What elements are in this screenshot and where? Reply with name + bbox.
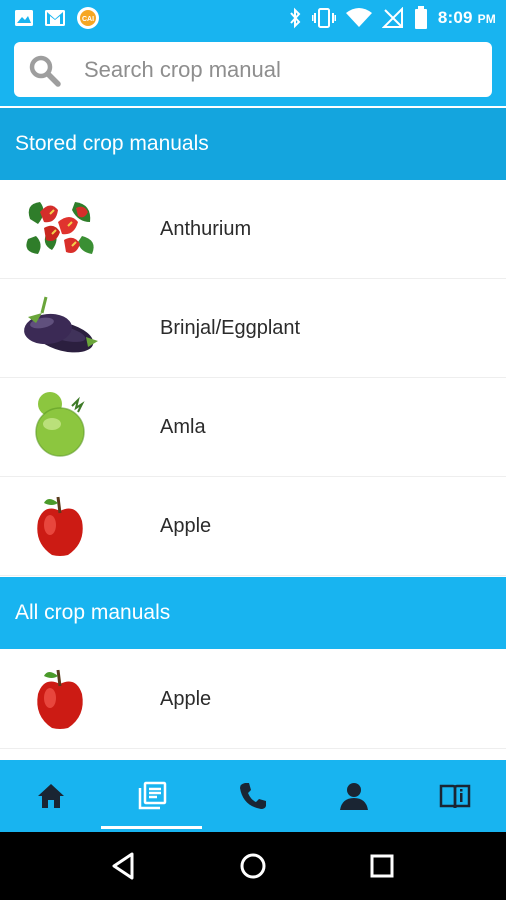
tab-manuals[interactable] [101,760,203,832]
stored-manuals-header: Stored crop manuals [0,108,506,180]
wifi-icon [345,8,372,27]
crop-name: Apple [160,688,212,710]
tab-home[interactable] [0,760,101,832]
gmail-icon [45,10,65,26]
active-tab-indicator [101,826,203,829]
all-manuals-list: Apple [0,650,506,749]
list-item-apple[interactable]: Apple [0,650,506,749]
recents-icon[interactable] [366,850,398,882]
stored-manuals-title: Stored crop manuals [15,132,209,155]
crop-name: Anthurium [160,218,252,240]
no-signal-icon [381,7,403,28]
search-input[interactable] [84,42,479,97]
crop-name: Brinjal/Eggplant [160,317,301,339]
list-item-brinjal[interactable]: Brinjal/Eggplant [0,279,506,378]
svg-text:CAI: CAI [82,16,94,23]
home-icon [37,784,64,808]
apple-image [37,669,83,729]
system-nav-bar [0,832,506,900]
list-item-apple[interactable]: Apple [0,477,506,576]
app-badge-icon: CAI [77,7,99,29]
home-circle-icon[interactable] [237,850,269,882]
all-manuals-title: All crop manuals [15,601,171,624]
apple-image [37,496,83,556]
status-bar: CAI 8:09 PM [0,0,506,34]
image-icon [15,10,33,26]
search-icon[interactable] [28,54,62,88]
person-icon [340,783,369,810]
list-item-anthurium[interactable]: Anthurium [0,180,506,279]
book-icon [440,784,471,809]
crop-name: Apple [160,515,212,537]
search-header [0,34,506,106]
status-time: 8:09 PM [437,8,496,27]
stored-manuals-list: Anthurium Brinjal/Eggplant Amla Apple [0,180,506,576]
list-item-amla[interactable]: Amla [0,378,506,477]
all-manuals-header: All crop manuals [0,577,506,649]
tab-guide[interactable] [405,760,506,832]
back-icon[interactable] [108,850,140,882]
battery-icon [414,6,427,29]
vibrate-icon [311,8,336,28]
phone-icon [239,783,266,809]
bottom-tab-bar [0,760,506,832]
manuals-icon [138,781,167,810]
tab-call[interactable] [202,760,303,832]
bluetooth-icon [290,7,301,29]
anthurium-image [26,202,94,254]
tab-profile[interactable] [304,760,405,832]
search-box[interactable] [14,42,492,97]
amla-image [35,392,85,457]
eggplant-image [24,296,98,353]
crop-name: Amla [160,416,206,438]
